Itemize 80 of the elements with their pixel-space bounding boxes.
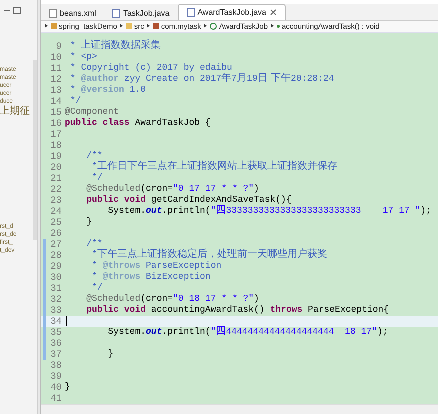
code-line: public void accountingAwardTask() throws ParseException{ [86, 304, 390, 316]
line-number: 22 [50, 184, 62, 195]
line-number: 24 [50, 206, 62, 217]
java-file-icon [186, 8, 195, 18]
line-number: 36 [50, 338, 62, 349]
line-number: 41 [50, 392, 62, 404]
code-line: } [65, 382, 70, 393]
line-number: 12 [50, 74, 62, 85]
method-icon [277, 24, 280, 28]
line-number: 15 [50, 106, 62, 118]
line-number: 30 [50, 272, 62, 283]
package-icon [153, 23, 160, 30]
code-line: * Copyright (c) 2017 by edaibu [69, 62, 232, 73]
code-line: * @throws ParseException [91, 260, 222, 272]
line-number: 39 [50, 370, 62, 382]
line-number: 33 [50, 304, 62, 316]
code-line: */ [69, 96, 82, 107]
line-number: 29 [50, 260, 62, 272]
line-number: 37 [50, 348, 62, 360]
code-line: @Scheduled(cron="0 18 17 * * ?") [86, 294, 260, 305]
code-line: @Scheduled(cron="0 17 17 * * ?") [86, 184, 260, 195]
editor-tab[interactable]: TaskJob.java [104, 6, 178, 20]
text-cursor [66, 316, 67, 326]
arrow-icon [120, 24, 124, 28]
code-line: @Component [65, 106, 120, 118]
line-number: 28 [50, 250, 62, 261]
line-number: 10 [50, 52, 62, 63]
code-line: */ [91, 172, 103, 184]
code-line: * @author zyy Create on 2017年7月 19 日 下午20:28:24 [69, 73, 334, 86]
editor-tab[interactable]: beans.xml [41, 6, 104, 20]
code-line: } [86, 216, 92, 228]
line-number: 40 [50, 382, 62, 393]
line-number: 20 [50, 162, 62, 173]
project-icon [51, 23, 57, 30]
code-line: * 上证指数数据采集 [69, 40, 162, 52]
code-line: * <p> [69, 52, 98, 63]
arrow-icon [45, 24, 48, 28]
maximize-icon[interactable] [13, 6, 21, 14]
code-line: *下午三点上证指数稳定后，处理前一天哪些用户获奖 [91, 249, 328, 262]
tree-item[interactable]: 上期征 [0, 106, 33, 118]
scrollbar[interactable] [41, 404, 438, 414]
code-line: /** [86, 238, 103, 250]
line-number: 27 [50, 238, 62, 250]
line-number: 23 [50, 194, 62, 206]
folder-icon [126, 23, 132, 30]
close-icon[interactable] [270, 9, 276, 16]
code-line: public class AwardTaskJob { [65, 118, 211, 129]
line-number: 25 [50, 216, 62, 228]
code-line: System.out.println("四44444444444444444444 18 17"); [107, 326, 388, 338]
line-number: 13 [50, 84, 62, 96]
line-number: 35 [50, 326, 62, 338]
code-line: * @version 1.0 [69, 84, 146, 96]
line-number: 17 [50, 128, 62, 140]
class-icon [210, 22, 218, 30]
line-number: 9 [55, 40, 62, 52]
line-number: 14 [50, 96, 62, 107]
xml-file-icon [49, 8, 57, 18]
line-number: 16 [50, 118, 62, 129]
code-editor[interactable] [41, 32, 438, 404]
line-number: 38 [50, 360, 62, 371]
code-line: } [107, 348, 114, 360]
line-number: 18 [50, 140, 62, 151]
code-line: /** [86, 150, 103, 161]
arrow-icon [271, 24, 274, 28]
line-number: 32 [50, 294, 62, 305]
line-number: 19 [50, 150, 62, 162]
code-line: * @throws BizException [91, 272, 211, 283]
line-number: 31 [50, 282, 62, 294]
code-line: *工作日下午三点在上证指数网站上获取上证指数并保存 [91, 161, 338, 174]
arrow-icon [147, 24, 150, 28]
arrow-icon [204, 24, 208, 28]
line-number: 26 [50, 228, 62, 239]
line-number: 11 [50, 62, 62, 74]
editor-tab[interactable]: AwardTaskJob.java [178, 4, 286, 20]
code-line: System.out.println("四3333333333333333333333333 17 17 "); [107, 205, 432, 218]
line-number: 21 [50, 172, 62, 184]
code-line: public void getCardIndexAndSaveTask(){ [86, 194, 292, 206]
line-number: 34 [50, 316, 62, 327]
code-line: */ [91, 282, 103, 294]
java-file-icon [112, 8, 120, 18]
